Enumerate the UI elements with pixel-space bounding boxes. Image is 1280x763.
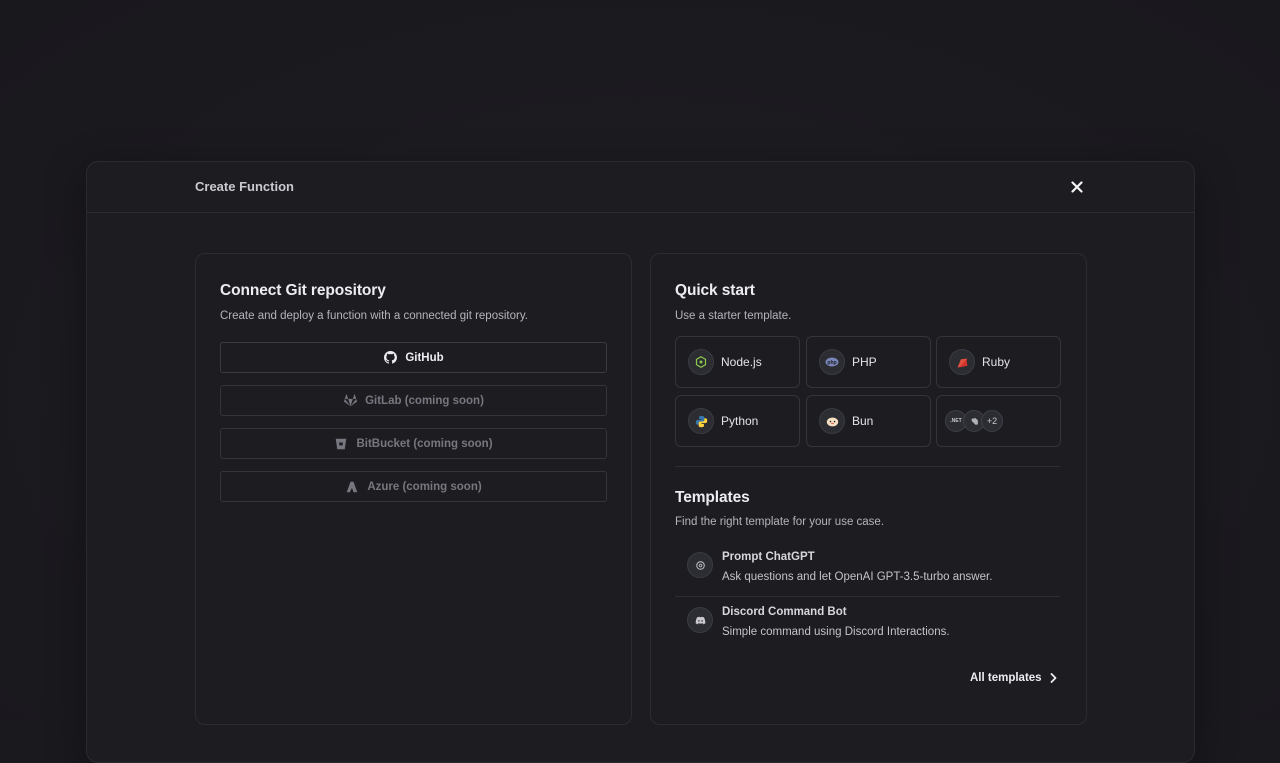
discord-icon bbox=[687, 607, 713, 633]
gitlab-label: GitLab (coming soon) bbox=[365, 394, 484, 407]
runtime-label: Node.js bbox=[721, 355, 762, 369]
close-icon bbox=[1071, 181, 1083, 193]
php-icon: php bbox=[819, 349, 845, 375]
nodejs-icon bbox=[688, 349, 714, 375]
create-function-modal: Create Function Connect Git repository C… bbox=[86, 161, 1195, 763]
runtime-tile-more[interactable]: .NET +2 bbox=[936, 395, 1061, 447]
azure-label: Azure (coming soon) bbox=[367, 480, 482, 493]
runtime-label: Python bbox=[721, 414, 759, 428]
runtime-tile-php[interactable]: php PHP bbox=[806, 336, 931, 388]
gitlab-button: GitLab (coming soon) bbox=[220, 385, 607, 416]
template-item-discord-bot[interactable]: Discord Command Bot Simple command using… bbox=[675, 601, 1060, 651]
bitbucket-button: BitBucket (coming soon) bbox=[220, 428, 607, 459]
azure-button: Azure (coming soon) bbox=[220, 471, 607, 502]
templates-subtitle: Find the right template for your use cas… bbox=[675, 516, 885, 528]
modal-header: Create Function bbox=[87, 162, 1194, 213]
template-name: Discord Command Bot bbox=[722, 606, 847, 618]
connect-git-subtitle: Create and deploy a function with a conn… bbox=[220, 310, 528, 322]
github-label: GitHub bbox=[405, 351, 444, 364]
runtime-tile-python[interactable]: Python bbox=[675, 395, 800, 447]
python-icon bbox=[688, 408, 714, 434]
chevron-right-icon bbox=[1050, 673, 1056, 683]
gitlab-icon bbox=[343, 394, 357, 408]
github-icon bbox=[383, 351, 397, 365]
close-button[interactable] bbox=[1065, 175, 1089, 199]
runtime-tile-ruby[interactable]: Ruby bbox=[936, 336, 1061, 388]
more-runtimes-group: .NET +2 bbox=[937, 410, 1003, 432]
bitbucket-icon bbox=[334, 437, 348, 451]
template-description: Simple command using Discord Interaction… bbox=[722, 626, 950, 638]
section-divider bbox=[675, 466, 1060, 467]
openai-icon bbox=[687, 552, 713, 578]
runtime-tile-nodejs[interactable]: Node.js bbox=[675, 336, 800, 388]
modal-title: Create Function bbox=[195, 179, 294, 194]
all-templates-label: All templates bbox=[970, 672, 1042, 684]
more-count: +2 bbox=[981, 410, 1003, 432]
quick-start-subtitle: Use a starter template. bbox=[675, 310, 792, 322]
bun-icon bbox=[819, 408, 845, 434]
all-templates-link[interactable]: All templates bbox=[970, 672, 1057, 684]
connect-git-title: Connect Git repository bbox=[220, 282, 386, 299]
runtime-label: PHP bbox=[852, 355, 877, 369]
quick-start-card: Quick start Use a starter template. Node… bbox=[650, 253, 1087, 725]
templates-title: Templates bbox=[675, 489, 750, 506]
github-button[interactable]: GitHub bbox=[220, 342, 607, 373]
azure-icon bbox=[345, 480, 359, 494]
svg-text:php: php bbox=[827, 360, 836, 366]
template-description: Ask questions and let OpenAI GPT-3.5-tur… bbox=[722, 571, 993, 583]
quick-start-title: Quick start bbox=[675, 282, 755, 299]
bitbucket-label: BitBucket (coming soon) bbox=[356, 437, 493, 450]
runtime-label: Ruby bbox=[982, 355, 1011, 369]
template-divider bbox=[675, 596, 1060, 597]
runtime-tile-bun[interactable]: Bun bbox=[806, 395, 931, 447]
template-name: Prompt ChatGPT bbox=[722, 551, 815, 563]
ruby-icon bbox=[949, 349, 975, 375]
runtime-label: Bun bbox=[852, 414, 874, 428]
template-item-prompt-chatgpt[interactable]: Prompt ChatGPT Ask questions and let Ope… bbox=[675, 546, 1060, 596]
connect-git-card: Connect Git repository Create and deploy… bbox=[195, 253, 632, 725]
